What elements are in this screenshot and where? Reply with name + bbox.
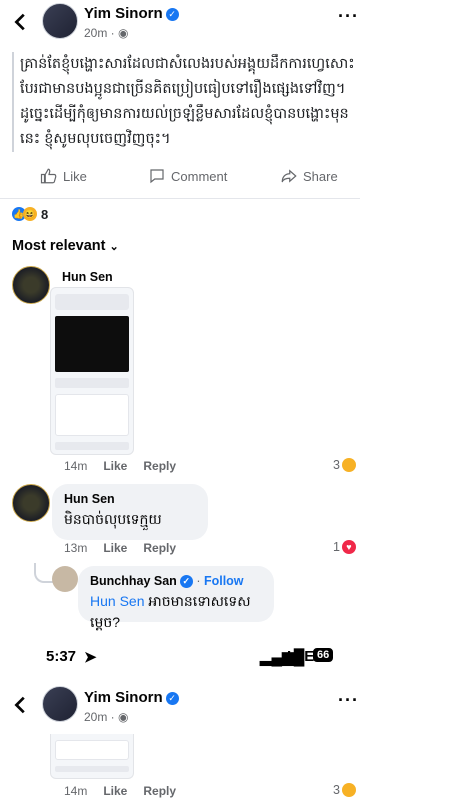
- reply-thread-line: [34, 563, 54, 583]
- status-bar: 5:37 ➤ ▂▄▆█ LTE 66: [0, 640, 474, 680]
- divider: [0, 198, 360, 199]
- comment-like-button[interactable]: Like: [103, 784, 127, 798]
- reaction-count: 8: [41, 207, 49, 222]
- network-type: LTE: [287, 648, 315, 665]
- comment-icon: [150, 169, 164, 184]
- verified-badge-icon: ✓: [179, 575, 193, 588]
- battery-icon: 66: [313, 648, 334, 662]
- comment-reaction-count: 1: [333, 540, 340, 554]
- back-arrow-icon[interactable]: [10, 694, 32, 716]
- globe-icon: ◉: [118, 26, 129, 40]
- haha-reaction-icon: [341, 783, 356, 797]
- mention-link[interactable]: Hun Sen: [90, 593, 144, 609]
- post-author-name[interactable]: Yim Sinorn: [84, 689, 163, 706]
- post-time: 20m: [84, 710, 108, 724]
- more-options-icon[interactable]: ···: [338, 6, 359, 27]
- comment-bubble[interactable]: Hun Sen មិនបាច់លុបទេក្មួយ: [52, 484, 208, 540]
- status-time: 5:37: [46, 648, 77, 665]
- comment-reaction-count: 3: [333, 458, 340, 472]
- reaction-summary[interactable]: 👍 😆 8: [12, 207, 48, 222]
- commenter-avatar[interactable]: [12, 484, 50, 522]
- comment-actions: 13m Like Reply: [64, 541, 176, 555]
- comment-image[interactable]: [50, 734, 134, 779]
- comment-time: 14m: [64, 784, 88, 798]
- comment-author[interactable]: Hun Sen: [62, 270, 113, 284]
- post-time: 20m: [84, 26, 108, 40]
- reply-author[interactable]: Bunchhay San: [90, 574, 177, 588]
- post-text: គ្រាន់តែខ្ញុំបង្ហោះសារដែលជាសំលេងរបស់អង្គ…: [12, 52, 362, 152]
- comment-button[interactable]: Comment: [148, 167, 227, 185]
- comment-like-button[interactable]: Like: [103, 459, 127, 473]
- sort-label: Most relevant: [12, 238, 106, 254]
- back-arrow-icon[interactable]: [10, 11, 32, 33]
- reply-bubble[interactable]: Bunchhay San ✓ · Follow Hun Sen អាចមានទោស…: [78, 566, 274, 630]
- chevron-down-icon: ⌄: [109, 241, 119, 253]
- comment-image[interactable]: [50, 287, 134, 455]
- post-author-avatar[interactable]: [42, 3, 78, 39]
- post-meta: 20m · ◉: [84, 26, 129, 40]
- share-label: Share: [303, 168, 338, 184]
- verified-badge-icon: ✓: [165, 692, 179, 705]
- post-meta: 20m · ◉: [84, 710, 129, 724]
- comment-reaction-count: 3: [333, 783, 340, 797]
- thumbs-up-icon: [40, 168, 57, 184]
- comment-time: 13m: [64, 541, 88, 555]
- comment-reply-button[interactable]: Reply: [143, 541, 176, 555]
- more-options-icon[interactable]: ···: [338, 690, 359, 711]
- comment-reactions[interactable]: 3: [333, 783, 356, 797]
- location-arrow-icon: ➤: [84, 649, 97, 666]
- comment-text: មិនបាច់លុបទេក្មួយ: [64, 511, 162, 527]
- post-author-name[interactable]: Yim Sinorn: [84, 5, 163, 22]
- follow-button[interactable]: Follow: [204, 574, 244, 588]
- comment-reply-button[interactable]: Reply: [143, 784, 176, 798]
- comment-reactions[interactable]: 1 ♥: [333, 540, 356, 554]
- heart-reaction-icon: ♥: [341, 540, 356, 554]
- haha-reaction-icon: 😆: [23, 207, 37, 221]
- haha-reaction-icon: [341, 458, 356, 472]
- share-icon: [281, 169, 297, 183]
- commenter-avatar[interactable]: [12, 266, 50, 304]
- comment-reactions[interactable]: 3: [333, 458, 356, 472]
- reply-author-avatar[interactable]: [52, 566, 78, 592]
- comment-author[interactable]: Hun Sen: [64, 492, 196, 506]
- share-button[interactable]: Share: [280, 167, 338, 185]
- like-button[interactable]: Like: [40, 167, 87, 185]
- verified-badge-icon: ✓: [165, 8, 179, 21]
- comment-reply-button[interactable]: Reply: [143, 459, 176, 473]
- comment-time: 14m: [64, 459, 88, 473]
- comment-sort-dropdown[interactable]: Most relevant ⌄: [12, 238, 119, 254]
- post-actions: Like Comment Share: [40, 167, 340, 193]
- comment-actions: 14m Like Reply: [64, 459, 176, 473]
- globe-icon: ◉: [118, 710, 129, 724]
- like-label: Like: [63, 168, 87, 184]
- comment-label: Comment: [171, 168, 228, 184]
- comment-like-button[interactable]: Like: [103, 541, 127, 555]
- comment-actions: 14m Like Reply: [64, 784, 176, 798]
- post-author-avatar[interactable]: [42, 686, 78, 722]
